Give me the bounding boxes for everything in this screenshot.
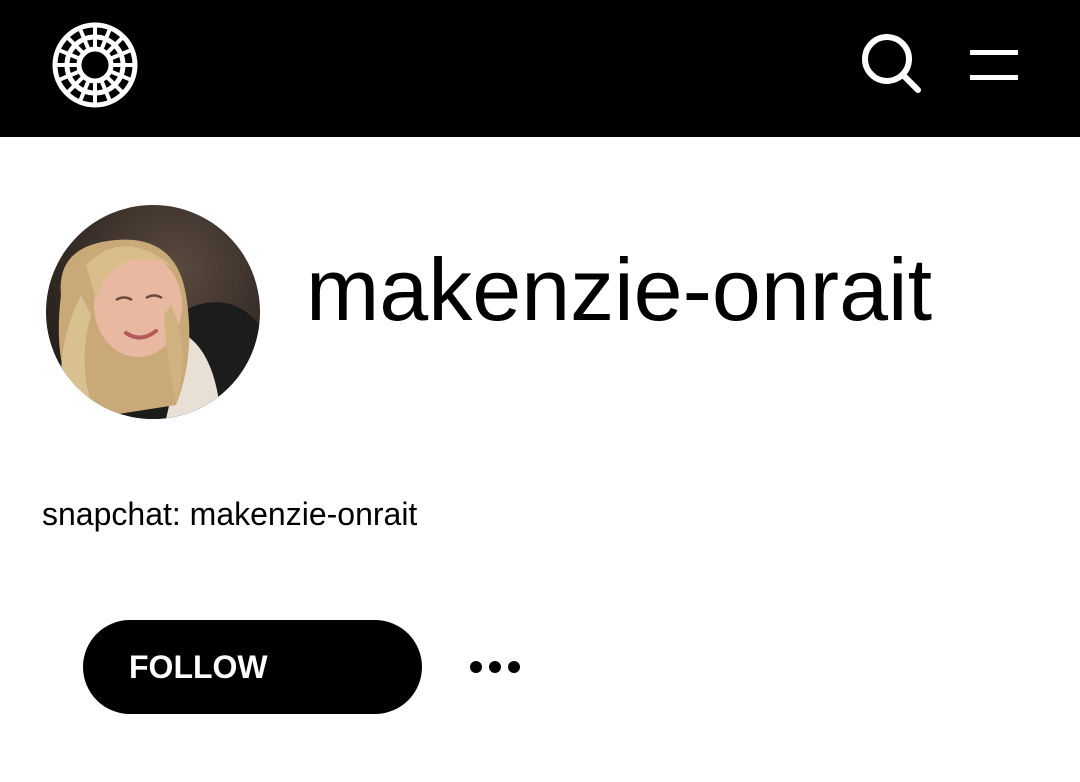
top-navigation-bar — [0, 0, 1080, 137]
more-options-icon[interactable] — [462, 650, 528, 684]
profile-bio: snapchat: makenzie-onrait — [42, 496, 418, 532]
profile-username: makenzie-onrait — [306, 240, 933, 339]
follow-button[interactable]: FOLLOW — [83, 620, 422, 714]
vsco-logo-icon[interactable] — [50, 20, 140, 110]
avatar[interactable] — [46, 205, 260, 419]
search-icon[interactable] — [858, 30, 924, 96]
hamburger-menu-icon[interactable] — [966, 44, 1022, 88]
